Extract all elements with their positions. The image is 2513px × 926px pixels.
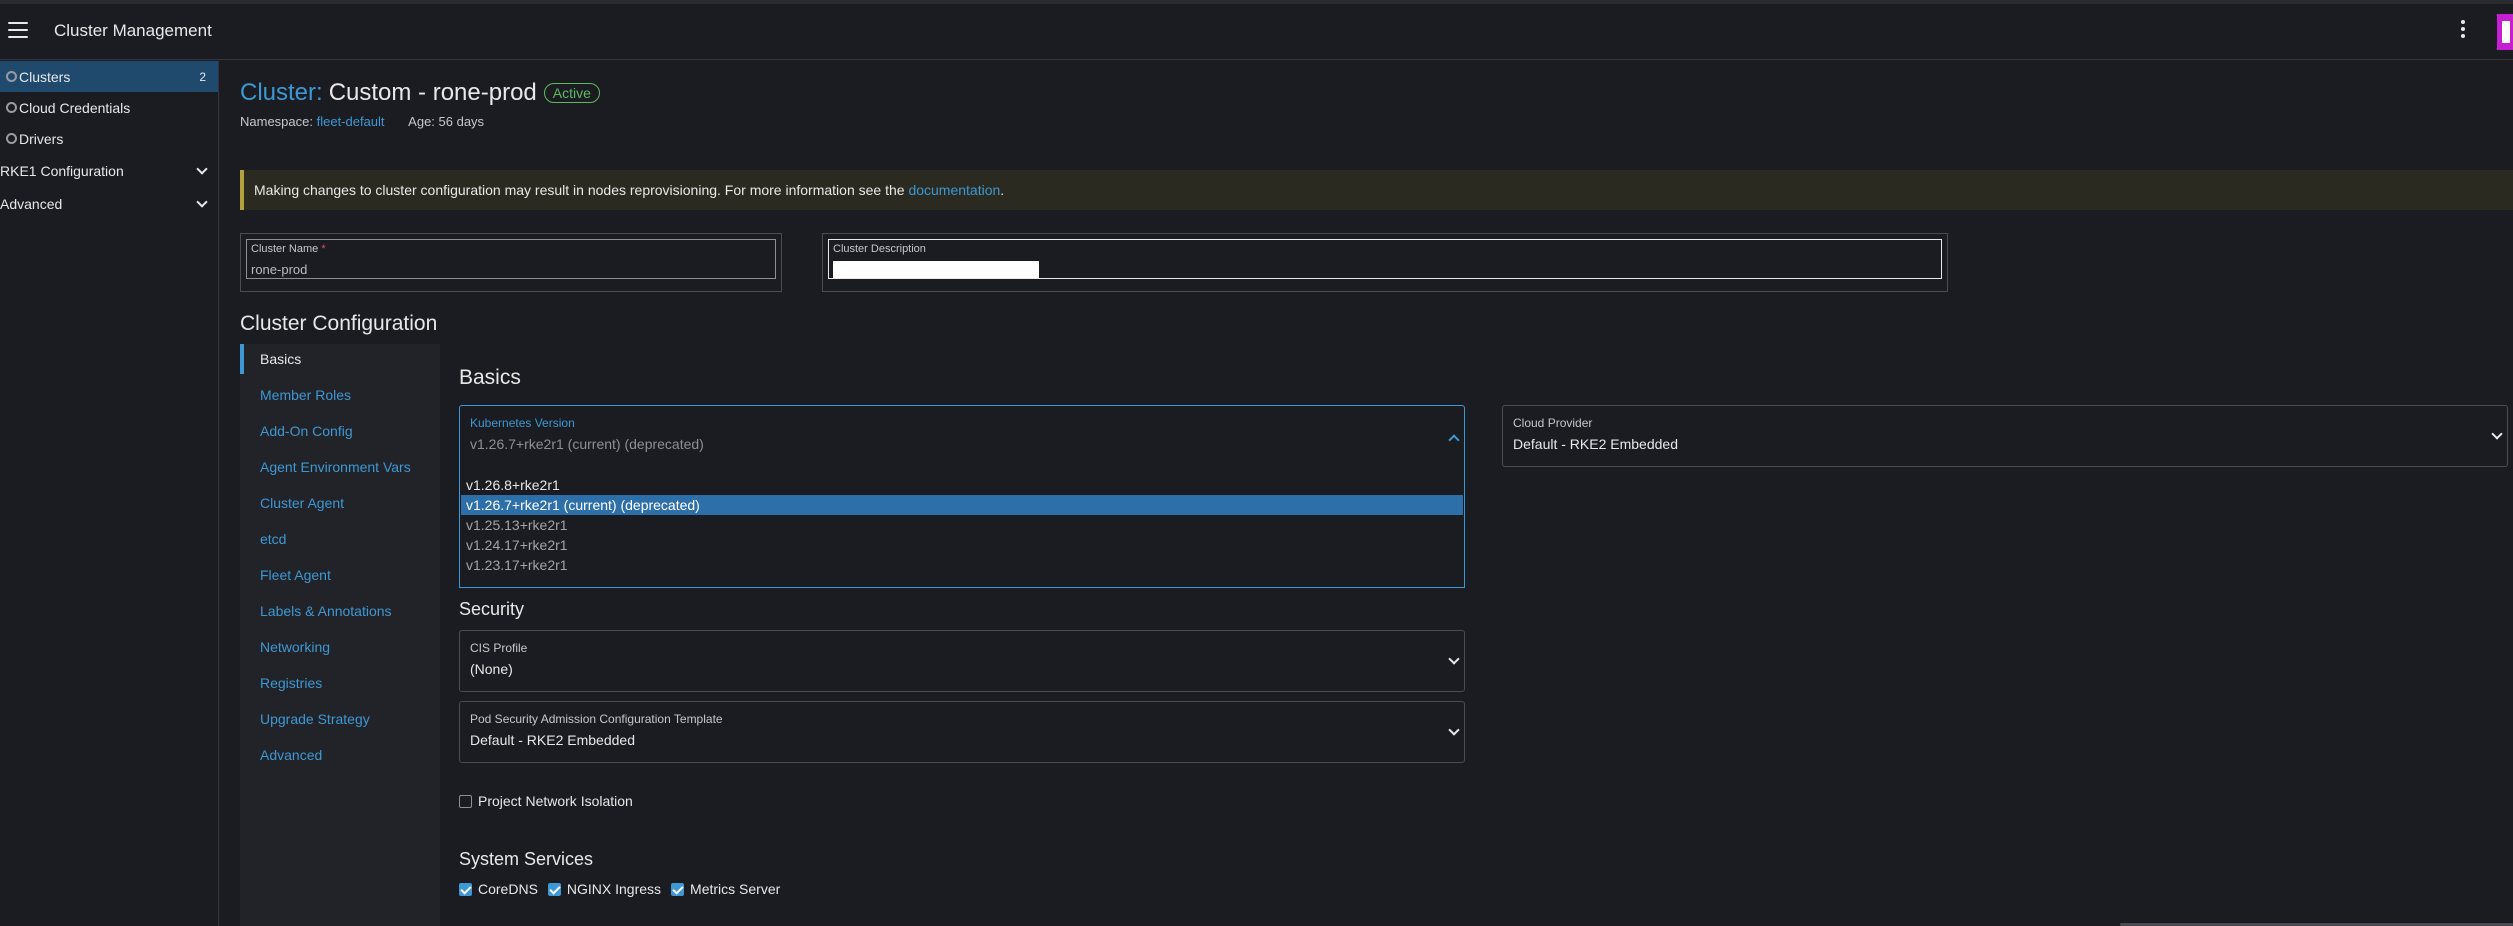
chevron-down-icon <box>196 163 208 175</box>
kebab-menu-icon[interactable] <box>2455 18 2471 42</box>
kubernetes-version-option[interactable]: v1.23.17+rke2r1 <box>461 555 1463 575</box>
kubernetes-version-option[interactable]: v1.26.8+rke2r1 <box>461 475 1463 495</box>
app-header: Cluster Management <box>0 4 2513 60</box>
hamburger-icon[interactable] <box>8 22 28 38</box>
chevron-down-icon <box>2491 428 2503 440</box>
service-nginx-ingress[interactable]: NGINX Ingress <box>547 881 662 897</box>
system-services-list: CoreDNS NGINX Ingress Metrics Server <box>459 881 790 897</box>
sidebar-item-label: Clusters <box>19 68 71 85</box>
status-badge: Active <box>543 83 600 103</box>
kubernetes-version-option[interactable]: v1.24.17+rke2r1 <box>461 535 1463 555</box>
sidebar-group-label: RKE1 Configuration <box>0 162 124 179</box>
checkbox-icon[interactable] <box>547 882 561 896</box>
cluster-name-box: Cluster Name * rone-prod <box>240 233 782 292</box>
kubernetes-version-dropdown: v1.26.8+rke2r1 v1.26.7+rke2r1 (current) … <box>459 466 1465 588</box>
cluster-description-label: Cluster Description <box>833 243 926 255</box>
cluster-name-label-text: Cluster Name <box>251 243 319 255</box>
age-text: Age: 56 days <box>408 114 485 129</box>
sidebar-group-advanced[interactable]: Advanced <box>0 187 218 220</box>
kubernetes-version-value: v1.26.7+rke2r1 (current) (deprecated) <box>470 436 704 452</box>
tab-upgrade-strategy[interactable]: Upgrade Strategy <box>240 704 440 734</box>
sidebar-item-cloud-credentials[interactable]: Cloud Credentials <box>0 92 218 123</box>
security-heading: Security <box>459 599 525 619</box>
page-subtitle: Namespace: fleet-default Age: 56 days <box>240 114 484 129</box>
sidebar-item-label: Cloud Credentials <box>19 99 131 116</box>
cluster-icon <box>6 102 17 113</box>
warning-banner: Making changes to cluster configuration … <box>240 170 2513 210</box>
redacted-value <box>833 261 1039 278</box>
sidebar-item-label: Drivers <box>19 130 64 147</box>
page-title: Cluster: Custom - rone-prod Active <box>240 79 600 107</box>
cloud-provider-label: Cloud Provider <box>1513 416 1593 430</box>
documentation-link[interactable]: documentation <box>908 182 1000 198</box>
tab-labels-annotations[interactable]: Labels & Annotations <box>240 596 440 626</box>
app-title: Cluster Management <box>54 21 212 40</box>
kubernetes-version-select[interactable]: Kubernetes Version v1.26.7+rke2r1 (curre… <box>459 405 1465 467</box>
cluster-name-value: rone-prod <box>251 262 308 277</box>
namespace-link[interactable]: fleet-default <box>317 114 385 129</box>
tab-networking[interactable]: Networking <box>240 632 440 662</box>
banner-suffix: . <box>1000 182 1005 198</box>
psa-template-select[interactable]: Pod Security Admission Configuration Tem… <box>459 701 1465 763</box>
cluster-configuration-heading: Cluster Configuration <box>240 312 438 335</box>
kubernetes-version-option[interactable]: v1.25.13+rke2r1 <box>461 515 1463 535</box>
namespace-label: Namespace: <box>240 114 313 129</box>
cis-profile-select[interactable]: CIS Profile (None) <box>459 630 1465 692</box>
chevron-down-icon <box>1448 653 1460 665</box>
chevron-down-icon <box>1448 724 1460 736</box>
tab-basics[interactable]: Basics <box>240 344 440 374</box>
sidebar-group-label: Advanced <box>0 195 63 212</box>
cluster-icon <box>6 133 17 144</box>
service-metrics-server[interactable]: Metrics Server <box>671 881 780 897</box>
sidebar-item-clusters[interactable]: Clusters 2 <box>0 61 218 92</box>
cis-profile-value: (None) <box>470 661 513 677</box>
system-services-heading: System Services <box>459 849 594 869</box>
cluster-count: 2 <box>199 69 206 84</box>
tab-registries[interactable]: Registries <box>240 668 440 698</box>
service-coredns[interactable]: CoreDNS <box>459 881 538 897</box>
chevron-down-icon <box>196 196 208 208</box>
service-label: Metrics Server <box>690 881 781 897</box>
project-network-isolation-label: Project Network Isolation <box>478 793 633 809</box>
chevron-up-icon <box>1448 434 1460 446</box>
required-mark: * <box>321 243 326 255</box>
cluster-icon <box>6 71 17 82</box>
config-tabs: Basics Member Roles Add-On Config Agent … <box>240 344 440 926</box>
cluster-name-label: Cluster Name * <box>251 243 326 255</box>
cloud-provider-select[interactable]: Cloud Provider Default - RKE2 Embedded <box>1502 405 2508 467</box>
service-label: NGINX Ingress <box>566 881 662 897</box>
sidebar-group-rke1-configuration[interactable]: RKE1 Configuration <box>0 154 218 187</box>
tab-agent-environment-vars[interactable]: Agent Environment Vars <box>240 452 440 482</box>
tab-fleet-agent[interactable]: Fleet Agent <box>240 560 440 590</box>
basics-heading: Basics <box>459 366 521 389</box>
page-title-name: Custom - rone-prod <box>328 79 537 106</box>
banner-text: Making changes to cluster configuration … <box>254 182 905 198</box>
tab-member-roles[interactable]: Member Roles <box>240 380 440 410</box>
kubernetes-version-option-selected[interactable]: v1.26.7+rke2r1 (current) (deprecated) <box>461 495 1463 515</box>
tab-etcd[interactable]: etcd <box>240 524 440 554</box>
cloud-provider-value: Default - RKE2 Embedded <box>1513 436 1678 452</box>
tab-add-on-config[interactable]: Add-On Config <box>240 416 440 446</box>
cis-profile-label: CIS Profile <box>470 641 528 655</box>
checkbox-icon[interactable] <box>459 882 472 896</box>
psa-template-label: Pod Security Admission Configuration Tem… <box>470 712 723 726</box>
cluster-description-box: Cluster Description <box>822 233 1948 292</box>
page-title-kind: Cluster: <box>240 79 323 106</box>
sidebar: Clusters 2 Cloud Credentials Drivers RKE… <box>0 61 219 926</box>
brand-logo <box>2497 14 2513 50</box>
kubernetes-version-label: Kubernetes Version <box>470 416 575 430</box>
sidebar-item-drivers[interactable]: Drivers <box>0 123 218 154</box>
checkbox-icon[interactable] <box>671 882 685 896</box>
checkbox-icon[interactable] <box>459 794 472 808</box>
tab-cluster-agent[interactable]: Cluster Agent <box>240 488 440 518</box>
tab-advanced[interactable]: Advanced <box>240 740 440 770</box>
service-label: CoreDNS <box>478 881 538 897</box>
project-network-isolation[interactable]: Project Network Isolation <box>459 793 633 809</box>
psa-template-value: Default - RKE2 Embedded <box>470 732 635 748</box>
